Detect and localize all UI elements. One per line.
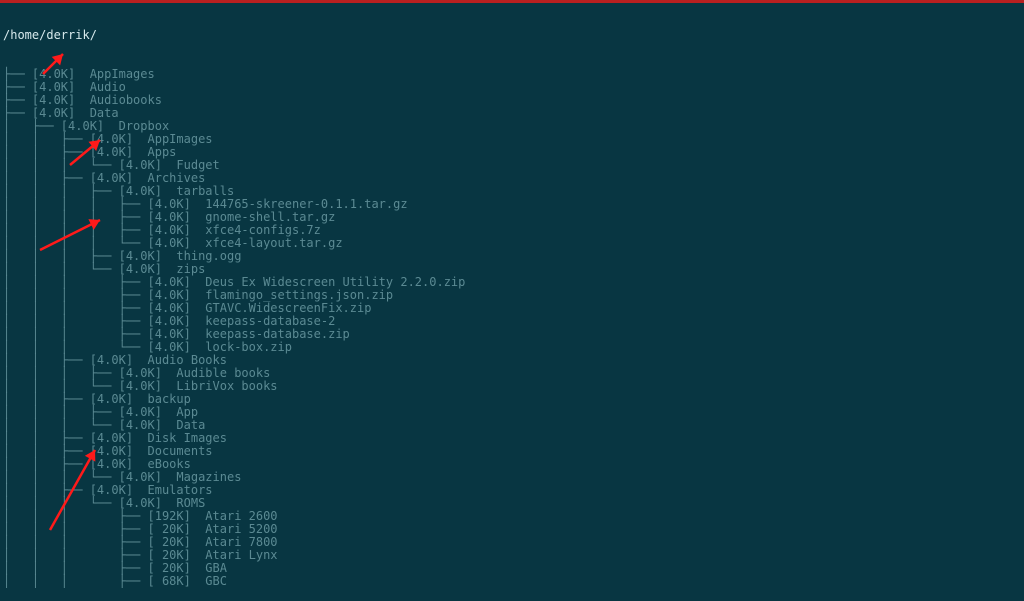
tree-row: ├── [4.0K] AppImages <box>3 68 1021 81</box>
tree-listing: ├── [4.0K] AppImages├── [4.0K] Audio├── … <box>3 68 1021 588</box>
tree-row: ├── [4.0K] Audiobooks <box>3 94 1021 107</box>
terminal-output: /home/derrik/ ├── [4.0K] AppImages├── [4… <box>0 3 1024 601</box>
tree-row: │ │ │ ├── [ 68K] GBC <box>3 575 1021 588</box>
path-header: /home/derrik/ <box>3 29 1021 42</box>
